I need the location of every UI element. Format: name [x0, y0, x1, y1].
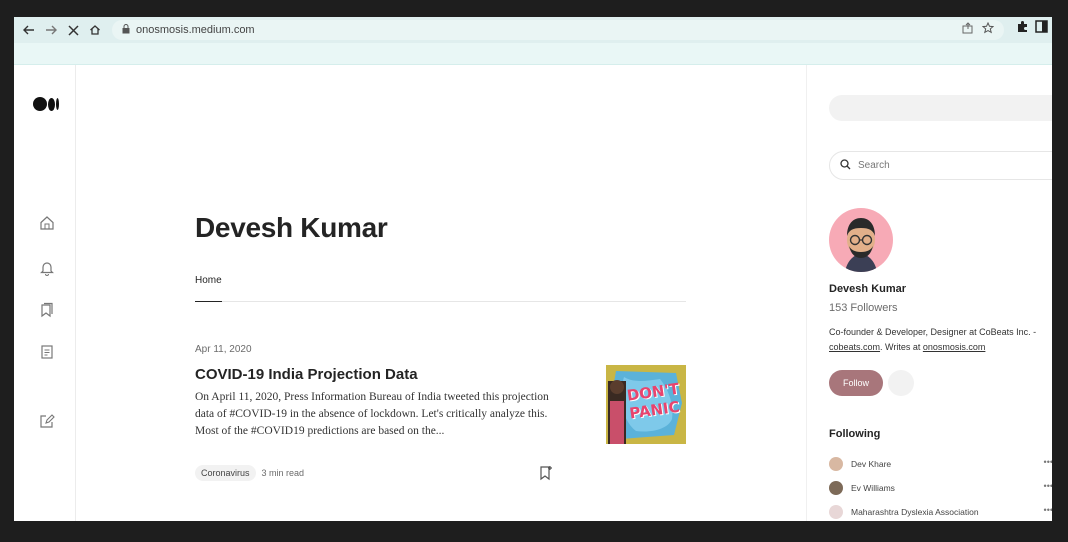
following-item[interactable]: Maharashtra Dyslexia Association ••• [829, 505, 1052, 519]
address-bar[interactable]: onosmosis.medium.com [112, 20, 1004, 40]
author-name-heading: Devesh Kumar [195, 212, 388, 243]
avatar [829, 505, 843, 519]
stories-icon[interactable] [39, 344, 55, 360]
search-box[interactable] [829, 151, 1052, 180]
more-icon[interactable]: ••• [1044, 505, 1052, 515]
profile-tabs: Home [195, 275, 686, 302]
get-started-pill[interactable] [829, 95, 1052, 121]
medium-page: Devesh Kumar Home Apr 11, 2020 COVID-19 … [14, 65, 1052, 521]
thumbnail-text: DON'T PANIC [625, 379, 681, 423]
search-icon [840, 157, 851, 175]
bio-text: . Writes at [880, 342, 923, 352]
profile-bio: Co-founder & Developer, Designer at CoBe… [829, 325, 1052, 355]
bio-line: Co-founder & Developer, Designer at CoBe… [829, 327, 1037, 337]
post-meta: Coronavirus 3 min read [195, 465, 304, 481]
side-panel-icon[interactable] [1035, 20, 1048, 38]
avatar [829, 481, 843, 495]
post-date: Apr 11, 2020 [195, 344, 252, 355]
following-name: Ev Williams [851, 483, 895, 493]
bookmarks-bar [14, 43, 1052, 65]
followers-count[interactable]: 153 Followers [829, 302, 897, 314]
browser-toolbar: onosmosis.medium.com [14, 17, 1052, 43]
tab-home[interactable]: Home [195, 275, 222, 302]
post-thumbnail[interactable]: DON'T PANIC [606, 365, 686, 444]
bio-link-onosmosis[interactable]: onosmosis.com [923, 342, 986, 352]
read-time: 3 min read [261, 468, 305, 478]
following-name: Maharashtra Dyslexia Association [851, 507, 979, 517]
bell-icon[interactable] [39, 260, 55, 276]
write-icon[interactable] [39, 413, 55, 429]
browser-window: onosmosis.medium.com Devesh Kumar Home A… [14, 17, 1052, 521]
main-content: Devesh Kumar Home Apr 11, 2020 COVID-19 … [76, 65, 806, 521]
arrow-left-icon[interactable] [18, 19, 40, 41]
profile-name[interactable]: Devesh Kumar [829, 283, 906, 295]
close-icon[interactable] [62, 19, 84, 41]
bookmarks-icon[interactable] [39, 302, 55, 318]
bookmark-add-icon[interactable] [539, 465, 553, 481]
arrow-right-icon[interactable] [40, 19, 62, 41]
following-name: Dev Khare [851, 459, 892, 469]
left-rail [14, 65, 76, 521]
follow-button[interactable]: Follow [829, 370, 883, 396]
following-item[interactable]: Ev Williams ••• [829, 481, 1052, 495]
following-item[interactable]: Dev Khare ••• [829, 457, 1052, 471]
right-sidebar: Devesh Kumar 153 Followers Co-founder & … [806, 65, 1052, 521]
url-text: onosmosis.medium.com [136, 24, 255, 36]
share-icon[interactable] [962, 21, 974, 39]
medium-logo-icon[interactable] [33, 97, 59, 111]
avatar[interactable] [829, 208, 893, 272]
post-excerpt[interactable]: On April 11, 2020, Press Information Bur… [195, 389, 567, 440]
post-title[interactable]: COVID-19 India Projection Data [195, 366, 418, 383]
star-icon[interactable] [981, 21, 995, 39]
home-icon[interactable] [84, 19, 106, 41]
home-icon[interactable] [39, 215, 55, 231]
following-heading: Following [829, 428, 881, 440]
subscribe-button[interactable] [888, 370, 914, 396]
lock-icon [122, 21, 130, 39]
bio-link-cobeats[interactable]: cobeats.com [829, 342, 880, 352]
more-icon[interactable]: ••• [1044, 481, 1052, 491]
more-icon[interactable]: ••• [1044, 457, 1052, 467]
avatar [829, 457, 843, 471]
extensions-icon[interactable] [1016, 20, 1029, 38]
search-input[interactable] [858, 160, 1028, 171]
topic-tag[interactable]: Coronavirus [195, 465, 256, 481]
